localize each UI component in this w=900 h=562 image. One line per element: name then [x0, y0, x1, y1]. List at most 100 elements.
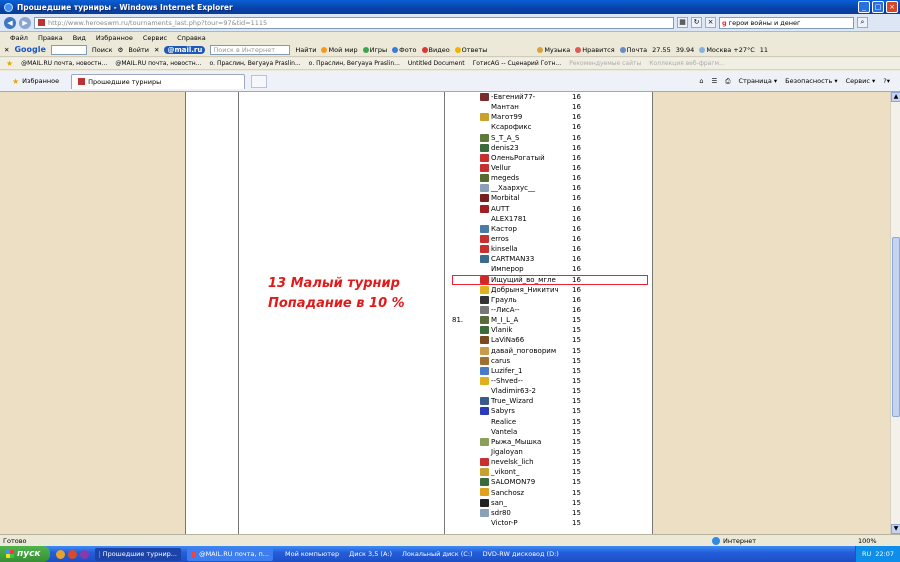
- clan-emblem-icon[interactable]: [480, 133, 489, 142]
- player-nick-link[interactable]: Грауль: [491, 296, 517, 304]
- clan-emblem-icon[interactable]: [480, 143, 489, 152]
- player-nick-link[interactable]: __Хаархус__: [491, 184, 535, 192]
- player-nick-link[interactable]: megeds: [491, 174, 519, 182]
- clan-emblem-icon[interactable]: [480, 103, 489, 111]
- player-nick-link[interactable]: Vantela: [491, 428, 517, 436]
- menu-file[interactable]: Файл: [10, 34, 28, 42]
- clan-emblem-icon[interactable]: [480, 437, 489, 446]
- clan-emblem-icon[interactable]: [480, 356, 489, 365]
- mail-link[interactable]: Почта: [619, 46, 647, 54]
- player-nick-link[interactable]: CARTMAN33: [491, 255, 534, 263]
- google-search-button[interactable]: Поиск: [92, 46, 113, 54]
- clan-emblem-icon[interactable]: [480, 478, 489, 487]
- zoom-level[interactable]: 100%: [858, 537, 877, 545]
- player-nick-link[interactable]: -Евгений77-: [491, 93, 535, 101]
- clan-emblem-icon[interactable]: [480, 255, 489, 264]
- player-nick-link[interactable]: Магот99: [491, 113, 522, 121]
- player-nick-link[interactable]: Рыжа_Мышка: [491, 438, 541, 446]
- player-nick-link[interactable]: carus: [491, 357, 510, 365]
- player-nick-link[interactable]: Luzifer_1: [491, 367, 522, 375]
- games-link[interactable]: Игры: [362, 46, 387, 54]
- mailru-search-input[interactable]: Поиск в Интернет: [210, 44, 291, 55]
- clan-emblem-icon[interactable]: [480, 194, 489, 203]
- player-nick-link[interactable]: _vikont_: [491, 468, 519, 476]
- stop-icon[interactable]: ×: [705, 17, 716, 28]
- back-button[interactable]: ◀: [4, 16, 16, 29]
- likes-link[interactable]: Нравится: [575, 46, 615, 54]
- url-input[interactable]: http://www.heroeswm.ru/tournaments_last.…: [34, 16, 674, 29]
- fav-link[interactable]: Untitled Document: [408, 60, 465, 67]
- video-link[interactable]: Видео: [421, 46, 450, 54]
- player-nick-link[interactable]: nevelsk_lich: [491, 458, 534, 466]
- photo-link[interactable]: Фото: [392, 46, 417, 54]
- star-icon[interactable]: ★: [6, 59, 13, 68]
- player-nick-link[interactable]: --ЛисА--: [491, 306, 520, 314]
- player-nick-link[interactable]: Vellur: [491, 164, 511, 172]
- clan-emblem-icon[interactable]: [480, 123, 489, 131]
- scroll-down-arrow[interactable]: ▼: [891, 524, 900, 534]
- fav-link[interactable]: @MAIL.RU почта, новостн...: [115, 60, 201, 67]
- clan-emblem-icon[interactable]: [480, 305, 489, 314]
- player-nick-link[interactable]: Victor-P: [491, 519, 518, 527]
- search-go-icon[interactable]: ⌕: [857, 17, 868, 28]
- player-nick-link[interactable]: Sabyrs: [491, 407, 515, 415]
- quicklaunch-icon[interactable]: [80, 549, 89, 559]
- my-computer-link[interactable]: Мой компьютер: [285, 550, 339, 558]
- taskbar-item-mail[interactable]: @MAIL.RU почта, п...: [187, 547, 273, 561]
- player-nick-link[interactable]: S_T_A_S: [491, 134, 519, 142]
- favorites-button[interactable]: ★ Избранное: [6, 74, 65, 89]
- player-nick-link[interactable]: ОленьРогатый: [491, 154, 545, 162]
- player-nick-link[interactable]: LaViNa66: [491, 336, 524, 344]
- quicklaunch-icon[interactable]: [56, 549, 65, 559]
- player-nick-link[interactable]: AUTT: [491, 205, 509, 213]
- taskbar-item-ie[interactable]: Прошедшие турнир...: [95, 547, 181, 561]
- refresh-icon[interactable]: ↻: [691, 17, 702, 28]
- login-button[interactable]: Войти: [128, 46, 149, 54]
- vertical-scrollbar[interactable]: ▲ ▼: [890, 92, 900, 534]
- clan-emblem-icon[interactable]: [480, 285, 489, 294]
- player-nick-link[interactable]: Кастор: [491, 225, 517, 233]
- clan-emblem-icon[interactable]: [480, 224, 489, 233]
- menu-favorites[interactable]: Избранное: [96, 34, 133, 42]
- quicklaunch-icon[interactable]: [68, 549, 77, 559]
- close-mail-toolbar-icon[interactable]: ✕: [154, 46, 159, 54]
- player-nick-link[interactable]: давай_поговорим: [491, 347, 556, 355]
- clan-emblem-icon[interactable]: [480, 326, 489, 335]
- clan-emblem-icon[interactable]: [480, 519, 489, 527]
- dvd-link[interactable]: DVD-RW дисковод (D:): [483, 550, 559, 558]
- compat-view-icon[interactable]: ▦: [677, 17, 688, 28]
- page-menu[interactable]: Страница ▾: [739, 77, 778, 86]
- player-nick-link[interactable]: True_Wizard: [491, 397, 533, 405]
- close-toolbar-icon[interactable]: ✕: [4, 46, 9, 54]
- weather-link[interactable]: Москва +27°C: [699, 46, 755, 54]
- player-nick-link[interactable]: Ищущий_во_мгле: [491, 276, 556, 284]
- clan-emblem-icon[interactable]: [480, 93, 489, 101]
- clan-emblem-icon[interactable]: [480, 234, 489, 243]
- find-button[interactable]: Найти: [295, 46, 316, 54]
- menu-help[interactable]: Справка: [177, 34, 206, 42]
- player-nick-link[interactable]: sdr80: [491, 509, 511, 517]
- clan-emblem-icon[interactable]: [480, 458, 489, 467]
- player-nick-link[interactable]: ALEX1781: [491, 215, 527, 223]
- fav-link[interactable]: @MAIL.RU почта, новостн...: [21, 60, 107, 67]
- clan-emblem-icon[interactable]: [480, 488, 489, 497]
- player-nick-link[interactable]: --Shved--: [491, 377, 523, 385]
- fav-link[interactable]: Рекомендуемые сайты: [569, 60, 641, 67]
- clan-emblem-icon[interactable]: [480, 204, 489, 213]
- moi-mir-link[interactable]: Мой мир: [321, 46, 358, 54]
- safety-menu[interactable]: Безопасность ▾: [785, 77, 837, 86]
- maximize-button[interactable]: □: [872, 1, 884, 13]
- clan-emblem-icon[interactable]: [480, 397, 489, 406]
- player-nick-link[interactable]: Добрыня_Никитич: [491, 286, 559, 294]
- language-indicator[interactable]: RU: [862, 550, 871, 558]
- clan-emblem-icon[interactable]: [480, 174, 489, 183]
- clan-emblem-icon[interactable]: [480, 113, 489, 122]
- minimize-button[interactable]: _: [858, 1, 870, 13]
- start-button[interactable]: пуск: [0, 546, 50, 562]
- forward-button[interactable]: ▶: [19, 16, 31, 29]
- clan-emblem-icon[interactable]: [480, 508, 489, 517]
- player-nick-link[interactable]: Мантан: [491, 103, 519, 111]
- print-icon[interactable]: ⎙: [725, 77, 730, 86]
- player-nick-link[interactable]: denis23: [491, 144, 519, 152]
- local-disk-link[interactable]: Локальный диск (C:): [402, 550, 473, 558]
